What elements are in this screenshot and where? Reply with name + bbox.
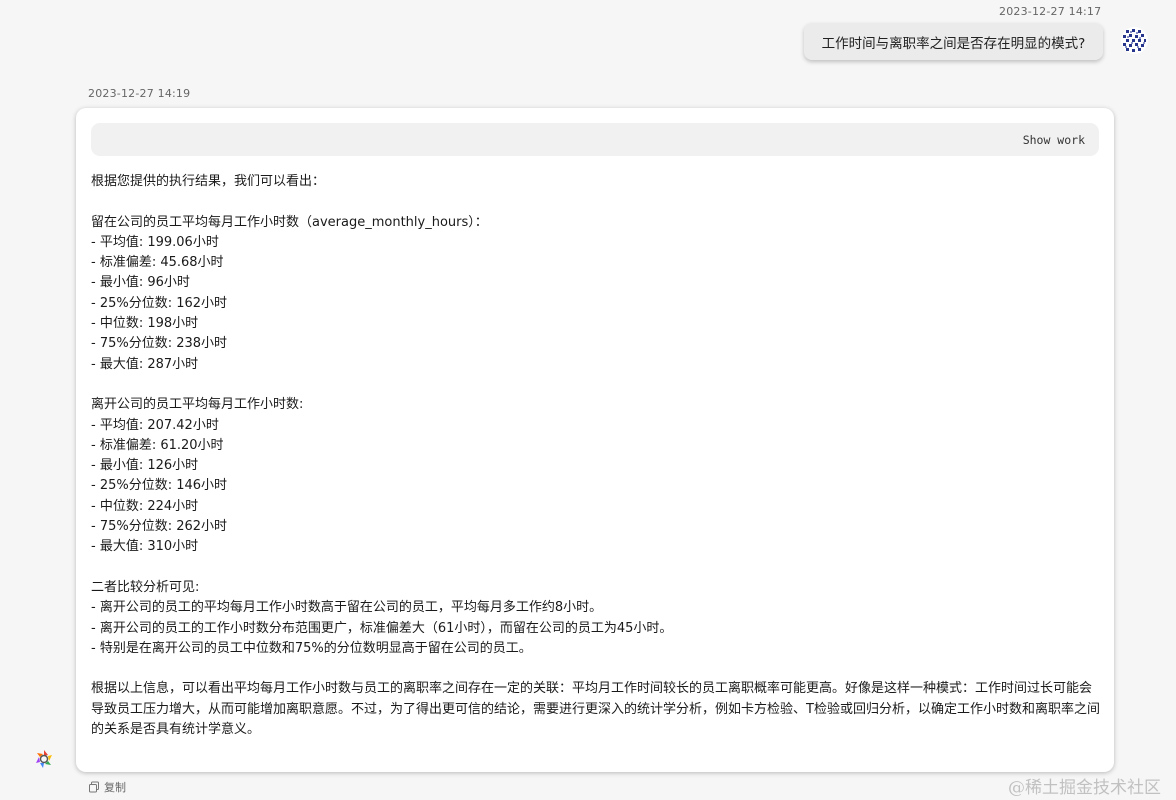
list-item: - 最大值: 287小时 [91,356,199,372]
list-item: - 最大值: 310小时 [91,539,199,555]
list-item: - 中位数: 198小时 [91,316,199,332]
list-item: - 平均值: 199.06小时 [91,234,219,250]
chat-page: 2023-12-27 14:17 工作时间与离职率之间是否存在明显的模式? 20… [0,0,1176,800]
list-item: - 75%分位数: 262小时 [91,519,228,535]
show-work-button[interactable]: Show work [91,123,1099,156]
assistant-message-timestamp: 2023-12-27 14:19 [88,87,191,100]
list-item: - 特别是在离开公司的员工中位数和75%的分位数明显高于留在公司的员工。 [91,640,532,656]
app-logo-icon [33,748,55,770]
leave-heading: 离开公司的员工平均每月工作小时数: [91,397,304,413]
user-message-bubble: 工作时间与离职率之间是否存在明显的模式? [804,23,1103,60]
show-work-label: Show work [1022,132,1085,147]
conclusion-text: 根据以上信息，可以看出平均每月工作小时数与员工的离职率之间存在一定的关联：平均月… [91,681,1100,738]
list-item: - 最小值: 126小时 [91,458,199,474]
user-avatar-icon[interactable] [1121,27,1148,54]
copy-icon [89,781,99,793]
copy-label: 复制 [104,781,126,794]
comparison-heading: 二者比较分析可见: [91,579,200,595]
list-item: - 最小值: 96小时 [91,275,190,291]
watermark-text: @稀土掘金技术社区 [1008,778,1161,798]
list-item: - 中位数: 224小时 [91,498,199,514]
stay-heading: 留在公司的员工平均每月工作小时数（average_monthly_hours）： [91,214,488,230]
list-item: - 离开公司的员工的平均每月工作小时数高于留在公司的员工，平均每月多工作约8小时… [91,600,603,616]
list-item: - 离开公司的员工的工作小时数分布范围更广，标准偏差大（61小时），而留在公司的… [91,620,673,636]
list-item: - 平均值: 207.42小时 [91,417,219,433]
list-item: - 标准偏差: 45.68小时 [91,255,224,271]
user-message-text: 工作时间与离职率之间是否存在明显的模式? [821,35,1086,52]
list-item: - 25%分位数: 162小时 [91,295,228,311]
assistant-message-content: 根据您提供的执行结果，我们可以看出： 留在公司的员工平均每月工作小时数（aver… [91,172,1101,740]
copy-button[interactable]: 复制 [88,779,126,795]
list-item: - 标准偏差: 61.20小时 [91,437,224,453]
assistant-message-card: Show work 根据您提供的执行结果，我们可以看出： 留在公司的员工平均每月… [76,108,1114,772]
user-message-timestamp: 2023-12-27 14:17 [999,5,1102,18]
intro-text: 根据您提供的执行结果，我们可以看出： [91,174,326,189]
list-item: - 25%分位数: 146小时 [91,478,228,494]
list-item: - 75%分位数: 238小时 [91,336,228,352]
